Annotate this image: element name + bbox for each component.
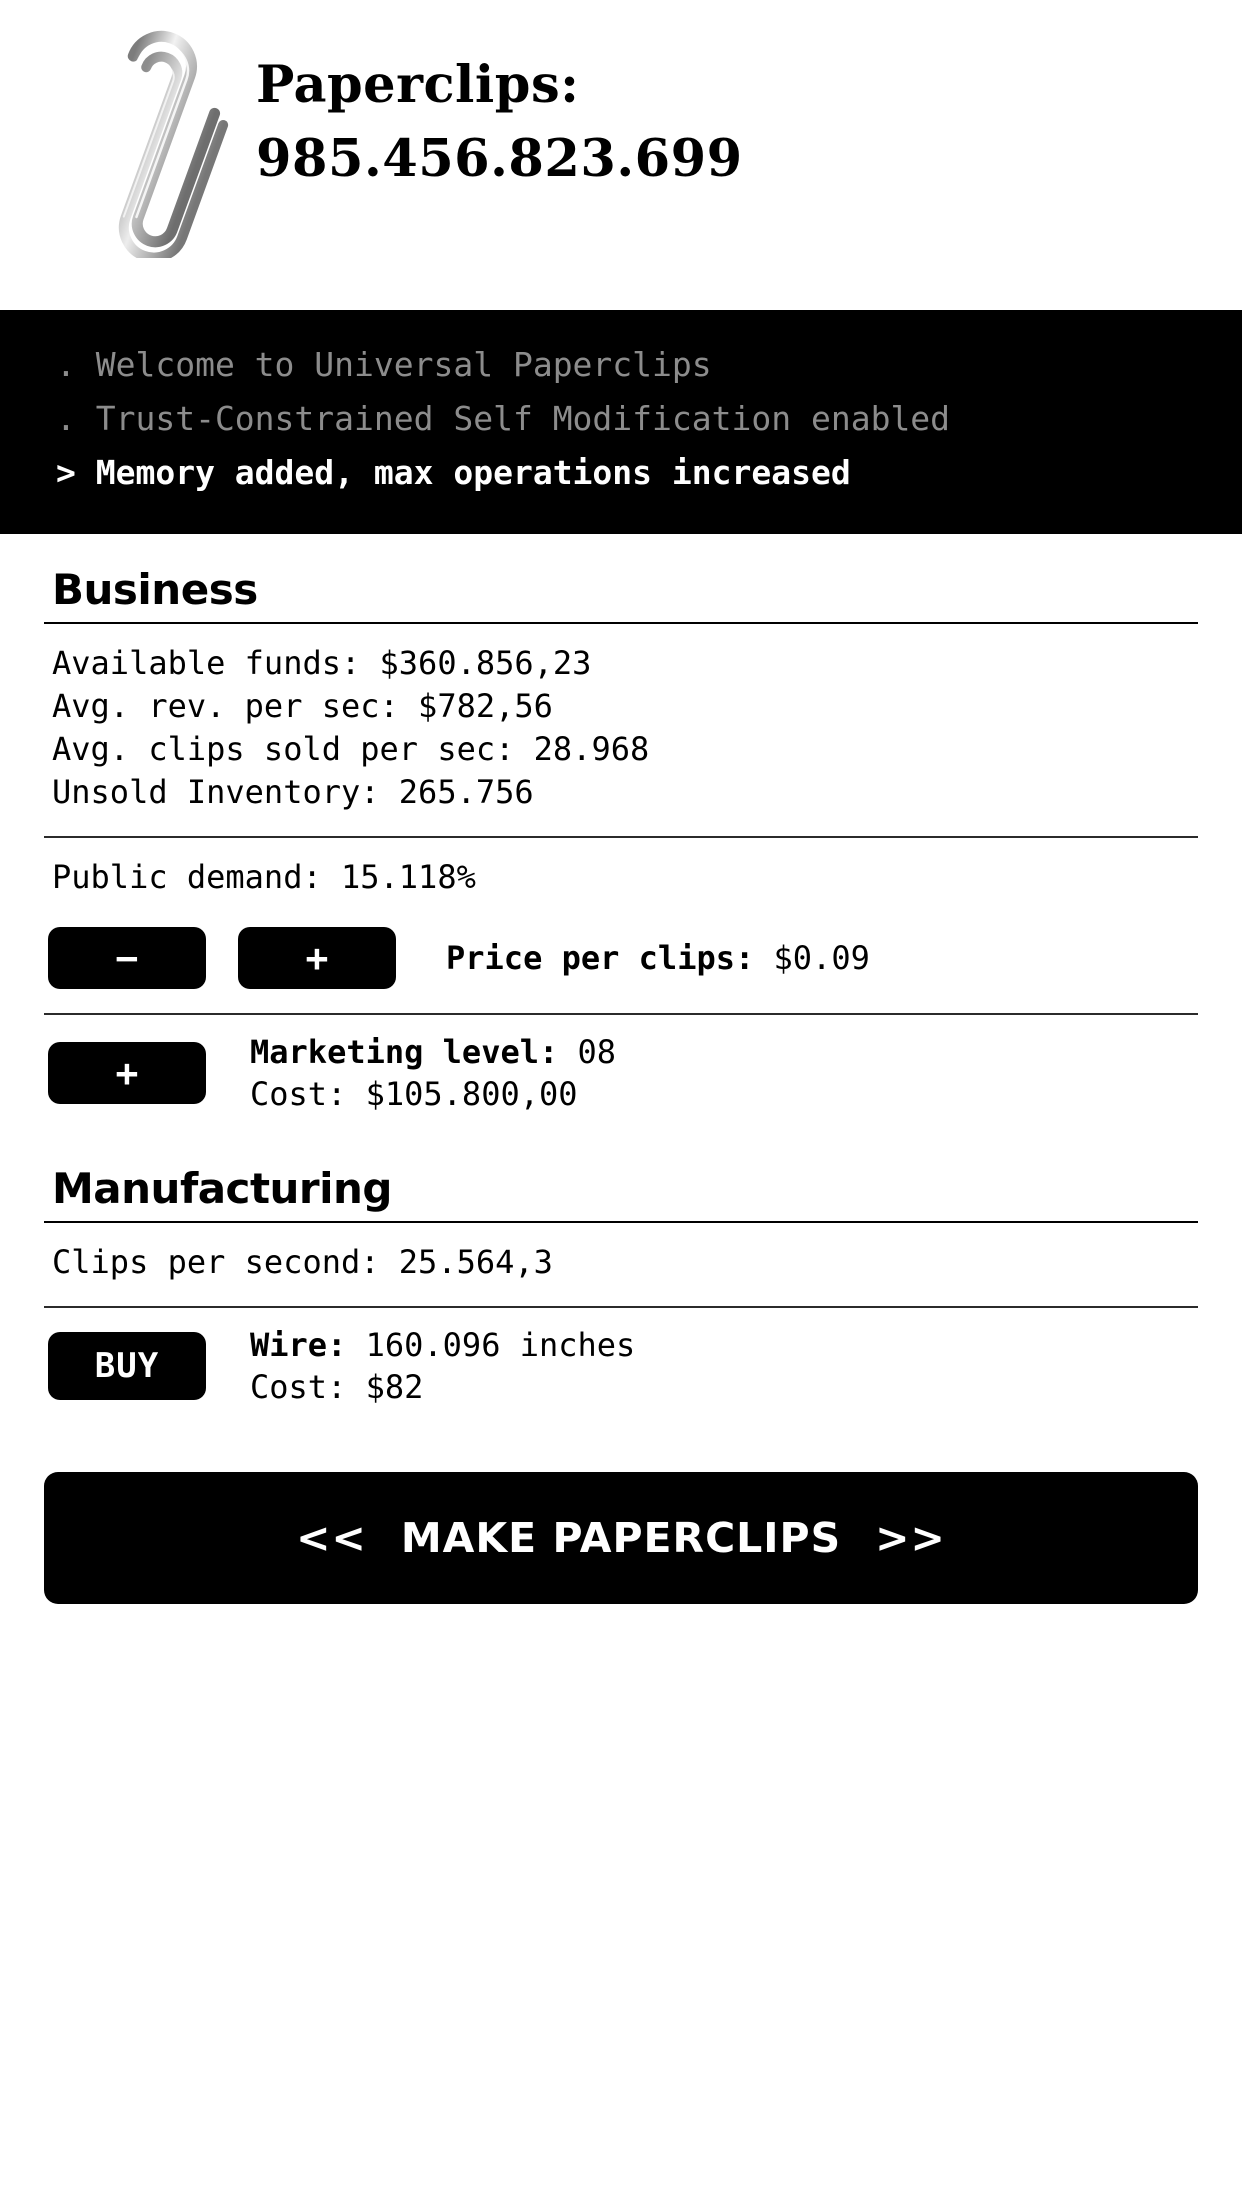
marketing-level-line: Marketing level: 08 bbox=[250, 1031, 616, 1073]
make-paperclips-row: << MAKE PAPERCLIPS >> bbox=[44, 1472, 1198, 1604]
marketing-level-value: 08 bbox=[577, 1033, 617, 1071]
wire-info: Wire: 160.096 inches Cost: $82 bbox=[250, 1324, 635, 1408]
header-text: Paperclips: 985.456.823.699 bbox=[256, 48, 743, 196]
buy-marketing-button[interactable]: + bbox=[48, 1042, 206, 1104]
main-content: Business Available funds: $360.856,23 Av… bbox=[0, 534, 1242, 1604]
make-paperclips-label: MAKE PAPERCLIPS bbox=[400, 1514, 842, 1562]
wire-label: Wire: bbox=[250, 1326, 347, 1364]
available-funds: Available funds: $360.856,23 bbox=[52, 644, 592, 682]
wire-amount-line: Wire: 160.096 inches bbox=[250, 1324, 635, 1366]
business-section: Business Available funds: $360.856,23 Av… bbox=[44, 564, 1198, 1133]
manufacturing-stats: Clips per second: 25.564,3 bbox=[44, 1223, 1198, 1300]
price-per-clip-label: Price per clips: bbox=[446, 939, 755, 977]
wire-cost: Cost: $82 bbox=[250, 1368, 424, 1406]
log-line-latest: > Memory added, max operations increased bbox=[56, 453, 851, 492]
price-per-clip-value: $0.09 bbox=[773, 939, 870, 977]
right-arrow-icon: >> bbox=[875, 1514, 946, 1562]
make-paperclips-button[interactable]: << MAKE PAPERCLIPS >> bbox=[44, 1472, 1198, 1604]
paperclip-count: 985.456.823.699 bbox=[256, 129, 743, 189]
header: Paperclips: 985.456.823.699 bbox=[0, 0, 1242, 300]
marketing-info: Marketing level: 08 Cost: $105.800,00 bbox=[250, 1031, 616, 1115]
wire-row: BUY Wire: 160.096 inches Cost: $82 bbox=[48, 1308, 1198, 1426]
avg-clips-sold-per-sec: Avg. clips sold per sec: 28.968 bbox=[52, 730, 650, 768]
avg-revenue-per-sec: Avg. rev. per sec: $782,56 bbox=[52, 687, 553, 725]
message-log: . Welcome to Universal Paperclips . Trus… bbox=[0, 310, 1242, 534]
raise-price-button[interactable]: + bbox=[238, 927, 396, 989]
buy-wire-button[interactable]: BUY bbox=[48, 1332, 206, 1400]
paperclip-icon bbox=[118, 30, 229, 258]
manufacturing-section: Manufacturing Clips per second: 25.564,3… bbox=[44, 1163, 1198, 1426]
log-line: . Trust-Constrained Self Modification en… bbox=[56, 399, 951, 438]
marketing-row: + Marketing level: 08 Cost: $105.800,00 bbox=[48, 1015, 1198, 1133]
clips-per-second: Clips per second: 25.564,3 bbox=[52, 1243, 553, 1281]
public-demand-block: Public demand: 15.118% bbox=[44, 838, 1198, 911]
lower-price-button[interactable]: − bbox=[48, 927, 206, 989]
price-per-clip-row: Price per clips: $0.09 bbox=[446, 937, 870, 979]
price-controls-row: − + Price per clips: $0.09 bbox=[48, 911, 1198, 1007]
page-title: Paperclips: bbox=[256, 55, 580, 115]
left-arrow-icon: << bbox=[296, 1514, 367, 1562]
marketing-cost: Cost: $105.800,00 bbox=[250, 1075, 578, 1113]
business-stats: Available funds: $360.856,23 Avg. rev. p… bbox=[44, 624, 1198, 830]
unsold-inventory: Unsold Inventory: 265.756 bbox=[52, 773, 534, 811]
public-demand: Public demand: 15.118% bbox=[52, 858, 476, 896]
business-title: Business bbox=[52, 565, 258, 614]
log-line: . Welcome to Universal Paperclips bbox=[56, 345, 712, 384]
marketing-level-label: Marketing level: bbox=[250, 1033, 559, 1071]
manufacturing-title: Manufacturing bbox=[52, 1164, 393, 1213]
wire-value: 160.096 inches bbox=[365, 1326, 636, 1364]
